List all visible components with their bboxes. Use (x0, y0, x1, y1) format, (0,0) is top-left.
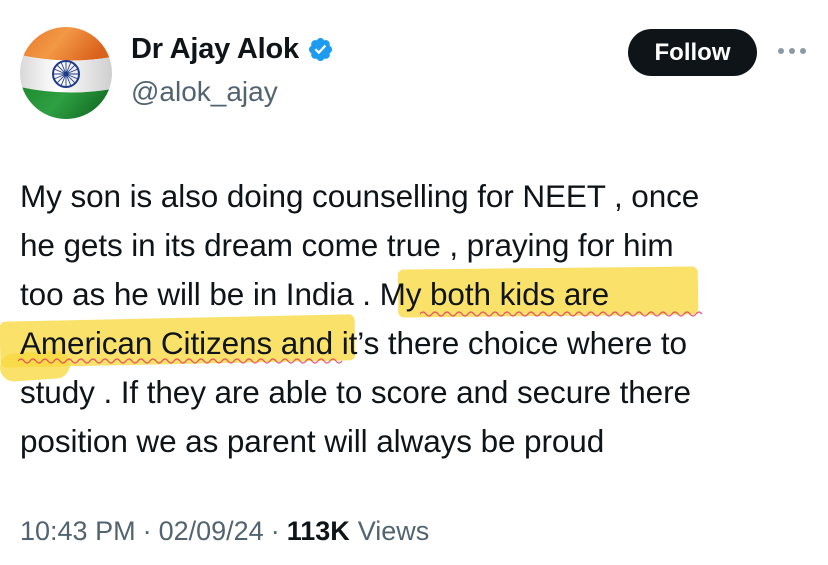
tweet-text-line: My son is also doing counselling for NEE… (20, 178, 700, 214)
verified-badge-icon[interactable] (307, 36, 334, 63)
india-flag-icon (20, 27, 112, 119)
tweet-text-line: position we as parent will always be pro… (20, 423, 605, 459)
views-count[interactable]: 113K (287, 516, 350, 547)
tweet-text-line: too as he will be in India . My both kid… (20, 276, 610, 312)
author-display-name[interactable]: Dr Ajay Alok (131, 33, 299, 66)
tweet-time[interactable]: 10:43 PM (20, 516, 136, 547)
avatar[interactable] (20, 27, 112, 119)
tweet-meta: 10:43 PM · 02/09/24 · 113K Views (20, 516, 429, 547)
meta-separator: · (270, 516, 280, 546)
meta-separator: · (142, 516, 152, 546)
tweet-card: Dr Ajay Alok @alok_ajay Follow My son is… (0, 0, 828, 565)
author-handle[interactable]: @alok_ajay (131, 76, 278, 108)
author-name-row[interactable]: Dr Ajay Alok (131, 33, 334, 66)
tweet-text: My son is also doing counselling for NEE… (20, 172, 820, 466)
tweet-text-line: he gets in its dream come true , praying… (20, 227, 674, 263)
tweet-text-line: study . If they are able to score and se… (20, 374, 691, 410)
more-options-icon[interactable] (772, 36, 812, 66)
views-label[interactable]: Views (358, 516, 430, 547)
tweet-date[interactable]: 02/09/24 (159, 516, 264, 547)
follow-button[interactable]: Follow (628, 29, 757, 76)
tweet-text-line: American Citizens and it’s there choice … (20, 325, 687, 361)
